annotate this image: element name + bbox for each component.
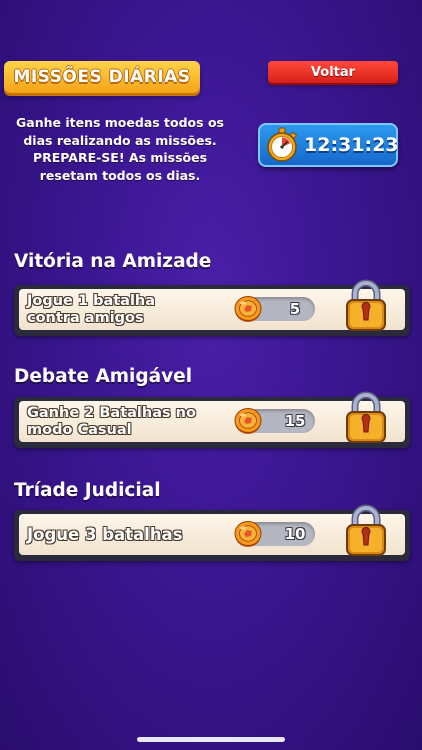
mission-task: Jogue 3 batalhas — [27, 514, 237, 555]
coin-icon — [234, 408, 262, 434]
mission-title: Vitória na Amizade — [14, 251, 212, 272]
reset-timer: 12:31:23 — [258, 123, 399, 167]
mission-task: Ganhe 2 Batalhas no modo Casual — [27, 401, 237, 442]
mission-title: Tríade Judicial — [14, 480, 161, 501]
back-button[interactable]: Voltar — [268, 61, 398, 83]
description-line: PREPARE-SE! As missões — [32, 150, 208, 165]
mission-task: Jogue 1 batalha contra amigos — [27, 289, 237, 330]
coin-icon — [234, 521, 262, 547]
mission-task-line: modo Casual — [27, 421, 132, 438]
description-line: Ganhe itens moedas todos os — [16, 115, 224, 130]
mission-card-body: Jogue 3 batalhas 10 — [19, 504, 405, 556]
reward-amount: 5 — [289, 300, 301, 318]
mission-card[interactable]: Jogue 3 batalhas 10 — [14, 504, 410, 561]
coin-icon — [234, 296, 262, 322]
page-title: MISSÕES DIÁRIAS — [4, 61, 200, 93]
mission-title: Debate Amigável — [14, 366, 193, 387]
mission-card[interactable]: Ganhe 2 Batalhas no modo Casual 15 — [14, 391, 410, 448]
mission-task-line: Jogue 1 batalha — [27, 292, 156, 309]
home-indicator[interactable] — [137, 737, 285, 742]
mission-task-line: contra amigos — [27, 309, 144, 326]
reward-amount: 10 — [284, 525, 306, 543]
padlock-icon[interactable] — [342, 390, 390, 446]
mission-card-body: Ganhe 2 Batalhas no modo Casual 15 — [19, 391, 405, 443]
mission-card[interactable]: Jogue 1 batalha contra amigos 5 — [14, 279, 410, 336]
description-line: resetam todos os dias. — [39, 167, 201, 183]
description-line: dias realizando as missões. — [23, 132, 217, 148]
reward-amount: 15 — [284, 412, 306, 430]
timer-value: 12:31:23 — [304, 134, 399, 156]
mission-card-body: Jogue 1 batalha contra amigos 5 — [19, 279, 405, 331]
missions-description: Ganhe itens moedas todos os dias realiza… — [4, 114, 236, 184]
mission-task-line: Jogue 3 batalhas — [27, 525, 183, 544]
mission-task-line: Ganhe 2 Batalhas no — [27, 404, 196, 421]
stopwatch-icon — [267, 127, 297, 162]
padlock-icon[interactable] — [342, 278, 390, 334]
padlock-icon[interactable] — [342, 503, 390, 559]
